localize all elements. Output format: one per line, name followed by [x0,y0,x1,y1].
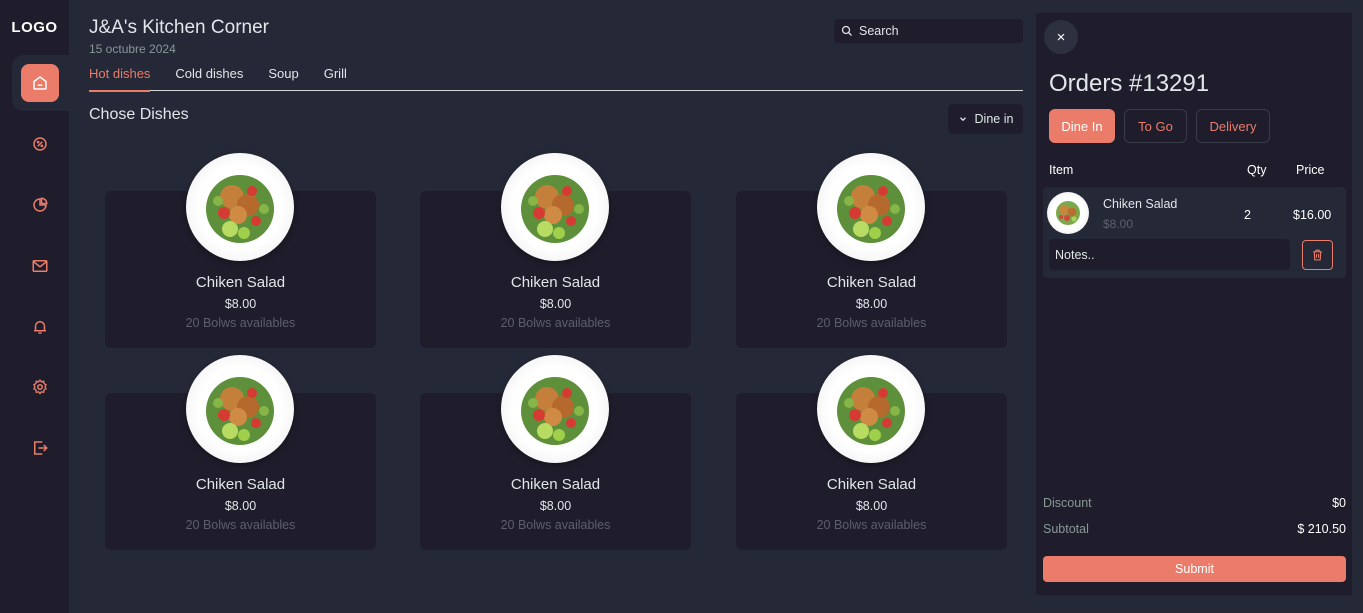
order-item-name: Chiken Salad [1103,197,1178,211]
order-item: Chiken Salad $8.00 2 $16.00 [1043,187,1346,278]
dish-name: Chiken Salad [510,476,601,493]
dish-price: $8.00 [539,499,572,513]
column-header-price: Price [1296,163,1325,177]
app-title: J&A's Kitchen Corner [89,17,269,38]
dish-price: $8.00 [539,297,572,311]
dish-availability: 20 Bolws availables [185,518,296,532]
order-item-thumbnail [1047,192,1089,234]
dish-availability: 20 Bolws availables [185,316,296,330]
sidebar-item-messages[interactable] [21,247,59,285]
dish-name: Chiken Salad [195,274,286,291]
dish-availability: 20 Bolws availables [500,316,611,330]
section-title: Chose Dishes [89,106,189,123]
dish-price: $8.00 [224,297,257,311]
category-tabs: Hot dishes Cold dishes Soup Grill [89,66,1023,92]
dish-price: $8.00 [855,297,888,311]
discount-value: $0 [1332,496,1346,510]
order-item-unit-price: $8.00 [1103,217,1134,231]
dish-availability: 20 Bolws availables [816,518,927,532]
dish-image [817,153,925,261]
subtotal-label: Subtotal [1043,522,1089,536]
order-notes-input[interactable] [1049,239,1290,270]
bell-icon [34,321,46,334]
tab-grill[interactable]: Grill [324,66,347,91]
order-item-total: $16.00 [1293,208,1332,222]
dish-image [186,355,294,463]
sidebar-item-dashboard[interactable] [21,186,59,224]
chevron-down-icon [959,117,966,122]
order-type-to-go[interactable]: To Go [1124,109,1187,143]
close-button[interactable]: × [1044,20,1078,54]
search-icon [841,25,852,36]
sidebar-item-logout[interactable] [21,429,59,467]
sidebar-item-home[interactable] [21,64,59,102]
sidebar-item-notifications[interactable] [21,308,59,346]
sidebar-item-settings[interactable] [21,368,59,406]
dish-name: Chiken Salad [826,476,917,493]
dish-availability: 20 Bolws availables [500,518,611,532]
dish-image [501,355,609,463]
logout-icon [34,441,48,455]
submit-button[interactable]: Submit [1043,556,1346,582]
home-icon [33,76,47,90]
tab-soup[interactable]: Soup [268,66,298,91]
mail-icon [32,260,48,272]
dish-name: Chiken Salad [510,274,601,291]
pie-chart-icon [33,197,48,212]
dish-image [186,153,294,261]
order-type-delivery[interactable]: Delivery [1196,109,1270,143]
salad-icon [1056,201,1080,225]
dine-option-label: Dine in [974,112,1014,126]
subtotal-value: $ 210.50 [1297,522,1346,536]
discount-icon [33,137,47,151]
logo: LOGO [11,19,58,36]
discount-label: Discount [1043,496,1092,510]
sidebar: LOGO [0,0,69,613]
search-input[interactable] [859,24,1009,38]
search-box[interactable] [834,19,1023,43]
dish-name: Chiken Salad [826,274,917,291]
orders-panel: × Orders #13291 Dine In To Go Delivery I… [1036,13,1352,595]
dish-availability: 20 Bolws availables [816,316,927,330]
order-type-dine-in[interactable]: Dine In [1049,109,1115,143]
dish-image [501,153,609,261]
tab-hot-dishes[interactable]: Hot dishes [89,66,151,92]
tab-cold-dishes[interactable]: Cold dishes [175,66,243,91]
delete-item-button[interactable] [1302,240,1333,270]
dish-price: $8.00 [224,499,257,513]
column-header-item: Item [1049,163,1074,177]
dish-name: Chiken Salad [195,476,286,493]
sidebar-item-discount[interactable] [21,125,59,163]
current-date: 15 octubre 2024 [89,42,176,56]
dish-price: $8.00 [855,499,888,513]
orders-title: Orders #13291 [1049,70,1210,97]
dine-option-dropdown[interactable]: Dine in [948,104,1023,134]
dish-image [817,355,925,463]
trash-icon [1313,249,1322,261]
gear-icon [33,378,47,395]
order-item-qty[interactable]: 2 [1244,208,1251,222]
column-header-qty: Qty [1247,163,1267,177]
